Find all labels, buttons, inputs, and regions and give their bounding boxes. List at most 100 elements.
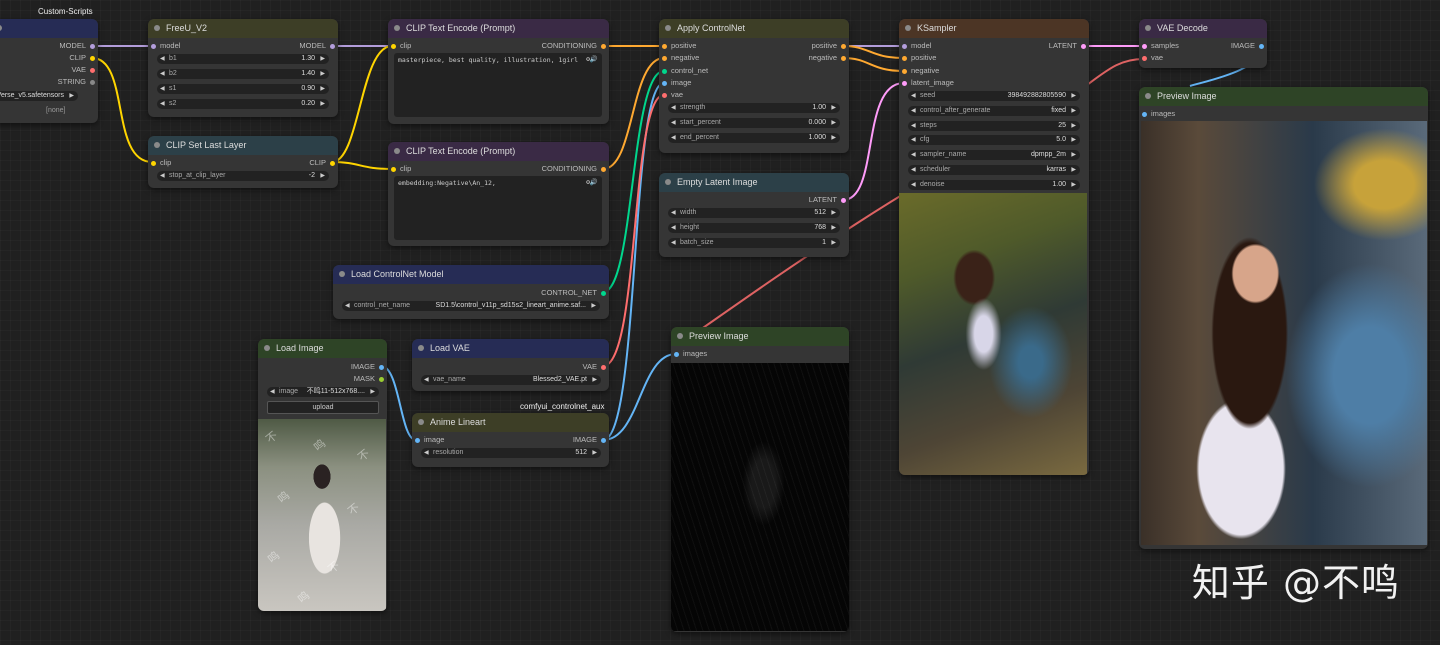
arrow-left-icon[interactable]: ◀ — [160, 84, 165, 94]
arrow-right-icon[interactable]: ▶ — [320, 99, 325, 109]
scheduler-widget[interactable]: ◀ scheduler karras ▶ — [908, 165, 1080, 175]
positive-prompt-textarea[interactable]: masterpiece, best quality, illustration,… — [394, 53, 602, 117]
arrow-right-icon[interactable]: ▶ — [320, 84, 325, 94]
lineart-image-output[interactable]: IMAGE — [573, 435, 607, 445]
control-net-output[interactable]: CONTROL_NET — [541, 288, 607, 298]
arrow-right-icon[interactable]: ▶ — [592, 375, 597, 385]
preview-mid-node-title[interactable]: Preview Image — [671, 327, 849, 346]
arrow-right-icon[interactable]: ▶ — [69, 91, 74, 101]
load-image-image-output[interactable]: IMAGE — [351, 362, 385, 372]
freeu-model-output[interactable]: MODEL — [299, 41, 336, 51]
clip-last-node-title[interactable]: CLIP Set Last Layer — [148, 136, 338, 155]
start-percent-widget[interactable]: ◀ start_percent 0.000 ▶ — [668, 118, 840, 128]
arrow-right-icon[interactable]: ▶ — [1071, 106, 1076, 116]
clip-pos-conditioning-output[interactable]: CONDITIONING — [542, 41, 607, 51]
ksampler-node-title[interactable]: KSampler — [899, 19, 1089, 38]
arrow-left-icon[interactable]: ◀ — [671, 118, 676, 128]
apply-cn-control-net-input[interactable]: control_net — [661, 66, 708, 76]
ksampler-node[interactable]: KSampler model positive negative latent_… — [899, 19, 1089, 475]
anime-lineart-node[interactable]: Anime Lineart image IMAGE ◀ resolution 512… — [412, 413, 609, 467]
empty-latent-image-node[interactable]: Empty Latent Image LATENT ◀ width 512 ▶ ◀ he… — [659, 173, 849, 257]
arrow-left-icon[interactable]: ◀ — [911, 180, 916, 190]
arrow-left-icon[interactable]: ◀ — [424, 448, 429, 458]
arrow-left-icon[interactable]: ◀ — [671, 103, 676, 113]
arrow-left-icon[interactable]: ◀ — [911, 121, 916, 131]
apply-cn-positive-input[interactable]: positive — [661, 41, 696, 51]
arrow-right-icon[interactable]: ▶ — [831, 133, 836, 143]
arrow-right-icon[interactable]: ▶ — [591, 301, 596, 311]
apply-cn-positive-output[interactable]: positive — [812, 41, 847, 51]
clip-pos-clip-input[interactable]: clip — [390, 41, 411, 51]
vae-decode-node[interactable]: VAE Decode samples vae IMAGE — [1139, 19, 1267, 68]
load-image-node-title[interactable]: Load Image — [258, 339, 387, 358]
vae-decode-vae-input[interactable]: vae — [1141, 53, 1163, 63]
arrow-left-icon[interactable]: ◀ — [671, 133, 676, 143]
load-vae-node-title[interactable]: Load VAE — [412, 339, 609, 358]
end-percent-widget[interactable]: ◀ end_percent 1.000 ▶ — [668, 133, 840, 143]
denoise-widget[interactable]: ◀ denoise 1.00 ▶ — [908, 180, 1080, 190]
arrow-right-icon[interactable]: ▶ — [320, 171, 325, 181]
arrow-left-icon[interactable]: ◀ — [911, 150, 916, 160]
apply-cn-vae-input[interactable]: vae — [661, 90, 683, 100]
ksampler-model-input[interactable]: model — [901, 41, 931, 51]
arrow-right-icon[interactable]: ▶ — [320, 69, 325, 79]
arrow-left-icon[interactable]: ◀ — [160, 54, 165, 64]
vae-decode-samples-input[interactable]: samples — [1141, 41, 1179, 51]
arrow-right-icon[interactable]: ▶ — [831, 118, 836, 128]
clip-text-encode-positive-node[interactable]: CLIP Text Encode (Prompt) clip CONDITION… — [388, 19, 609, 124]
arrow-right-icon[interactable]: ▶ — [1071, 180, 1076, 190]
arrow-left-icon[interactable]: ◀ — [160, 171, 165, 181]
preview-final-images-input[interactable]: images — [1141, 109, 1175, 119]
image-select-widget[interactable]: ◀ image 不鸣11-512x768.... ▶ — [267, 387, 379, 397]
stop-at-clip-layer-widget[interactable]: ◀ stop_at_clip_layer -2 ▶ — [157, 171, 329, 181]
load-image-node[interactable]: Load Image IMAGE MASK ◀ image 不鸣11-512x768… — [258, 339, 387, 611]
arrow-left-icon[interactable]: ◀ — [671, 223, 676, 233]
clip-last-clip-input[interactable]: clip — [150, 158, 171, 168]
arrow-left-icon[interactable]: ◀ — [671, 208, 676, 218]
arrow-right-icon[interactable]: ▶ — [1071, 121, 1076, 131]
clip-neg-conditioning-output[interactable]: CONDITIONING — [542, 164, 607, 174]
arrow-right-icon[interactable]: ▶ — [831, 223, 836, 233]
arrow-right-icon[interactable]: ▶ — [831, 208, 836, 218]
negative-prompt-textarea[interactable]: embedding:Negative\An_12, ⚙ 🔊 — [394, 176, 602, 240]
freeu-b1-widget[interactable]: ◀ b1 1.30 ▶ — [157, 54, 329, 64]
width-widget[interactable]: ◀ width 512 ▶ — [668, 208, 840, 218]
checkpoint-node-title[interactable] — [0, 19, 98, 38]
clip-text-encode-negative-node[interactable]: CLIP Text Encode (Prompt) clip CONDITION… — [388, 142, 609, 246]
vae-decode-image-output[interactable]: IMAGE — [1231, 41, 1265, 51]
arrow-left-icon[interactable]: ◀ — [671, 238, 676, 248]
apply-cn-negative-input[interactable]: negative — [661, 53, 699, 63]
checkpoint-model-output[interactable]: MODEL — [59, 41, 96, 51]
strength-widget[interactable]: ◀ strength 1.00 ▶ — [668, 103, 840, 113]
freeu-node-title[interactable]: FreeU_V2 — [148, 19, 338, 38]
load-controlnet-model-node[interactable]: Load ControlNet Model CONTROL_NET ◀ contr… — [333, 265, 609, 319]
freeu-b2-widget[interactable]: ◀ b2 1.40 ▶ — [157, 69, 329, 79]
load-image-mask-output[interactable]: MASK — [354, 374, 385, 384]
ksampler-negative-input[interactable]: negative — [901, 66, 939, 76]
checkpoint-clip-output[interactable]: CLIP — [69, 53, 96, 63]
arrow-right-icon[interactable]: ▶ — [370, 387, 375, 397]
sampler-name-widget[interactable]: ◀ sampler_name dpmpp_2m ▶ — [908, 150, 1080, 160]
arrow-left-icon[interactable]: ◀ — [345, 301, 350, 311]
clip-pos-node-title[interactable]: CLIP Text Encode (Prompt) — [388, 19, 609, 38]
preview-image-lineart-node[interactable]: Preview Image images — [671, 327, 849, 632]
arrow-right-icon[interactable]: ▶ — [320, 54, 325, 64]
arrow-right-icon[interactable]: ▶ — [1071, 165, 1076, 175]
arrow-left-icon[interactable]: ◀ — [160, 99, 165, 109]
ksampler-latent-output[interactable]: LATENT — [1049, 41, 1087, 51]
freeu-v2-node[interactable]: FreeU_V2 model MODEL ◀ b1 1.30 ▶ ◀ b2 1.40 ▶ ◀… — [148, 19, 338, 117]
arrow-left-icon[interactable]: ◀ — [911, 106, 916, 116]
preview-mid-images-input[interactable]: images — [673, 349, 707, 359]
arrow-right-icon[interactable]: ▶ — [1071, 150, 1076, 160]
checkpoint-vae-output[interactable]: VAE — [72, 65, 96, 75]
checkpoint-string-output[interactable]: STRING — [58, 77, 96, 87]
empty-latent-node-title[interactable]: Empty Latent Image — [659, 173, 849, 192]
arrow-left-icon[interactable]: ◀ — [911, 165, 916, 175]
lineart-image-input[interactable]: image — [414, 435, 444, 445]
arrow-left-icon[interactable]: ◀ — [160, 69, 165, 79]
preview-final-node-title[interactable]: Preview Image — [1139, 87, 1428, 106]
clip-neg-node-title[interactable]: CLIP Text Encode (Prompt) — [388, 142, 609, 161]
checkpoint-loader-node[interactable]: MODEL CLIP VAE STRING Verse_v5.safetenso… — [0, 19, 98, 123]
cfg-widget[interactable]: ◀ cfg 5.0 ▶ — [908, 135, 1080, 145]
arrow-right-icon[interactable]: ▶ — [592, 448, 597, 458]
